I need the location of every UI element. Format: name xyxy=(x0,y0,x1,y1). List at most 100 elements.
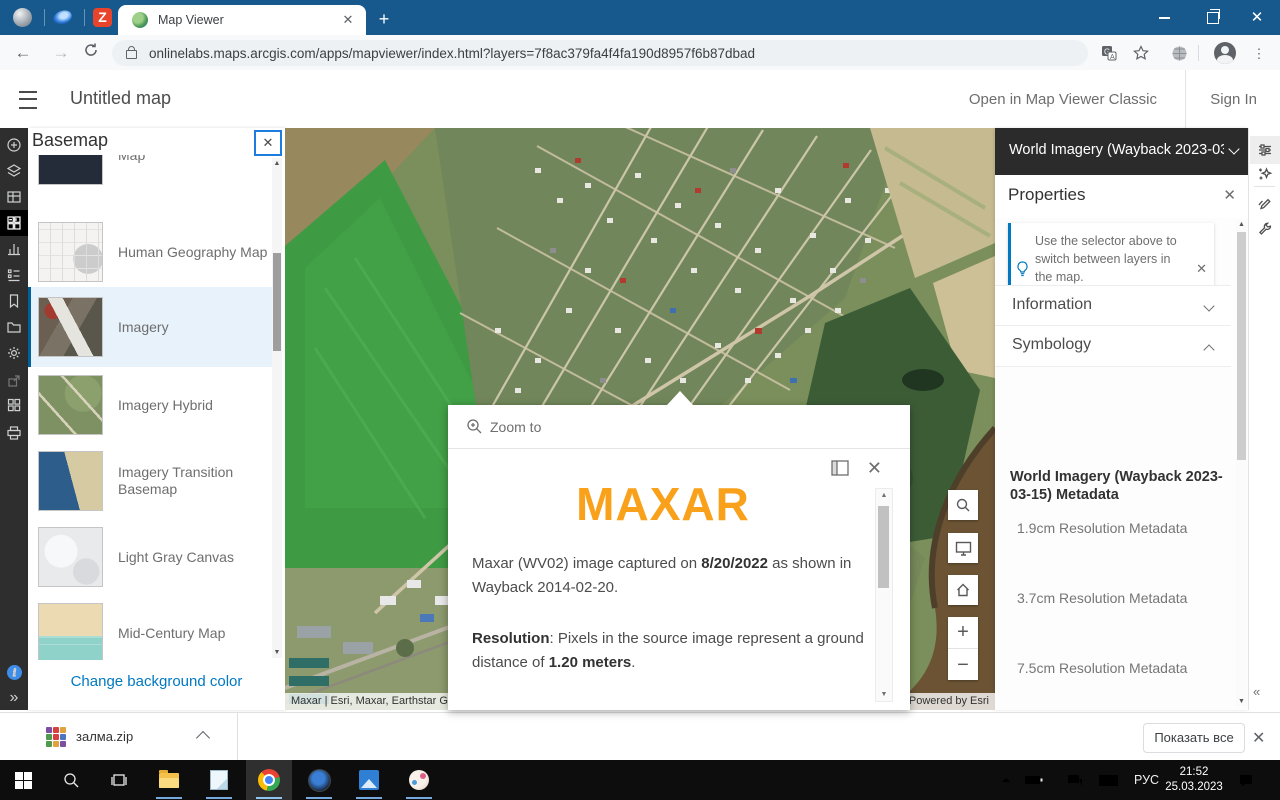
legend-icon[interactable] xyxy=(0,262,28,288)
metadata-item[interactable]: 7.5cm Resolution Metadata xyxy=(1017,660,1187,676)
popup-scrollbar[interactable]: ▲ ▼ xyxy=(875,488,893,702)
back-button[interactable]: ← xyxy=(10,40,36,66)
lock-icon[interactable] xyxy=(126,50,137,59)
hamburger-menu-icon[interactable] xyxy=(19,91,37,109)
effects-sparkles-icon[interactable] xyxy=(1250,160,1280,188)
action-center-icon[interactable] xyxy=(1238,760,1254,800)
translate-icon[interactable]: GA xyxy=(1096,40,1122,66)
expand-rail-chevrons[interactable]: » xyxy=(0,685,28,711)
basemap-item-imagery[interactable]: Imagery xyxy=(28,287,272,367)
layers-icon[interactable] xyxy=(0,158,28,184)
tray-chevron-up-icon[interactable] xyxy=(1000,760,1012,800)
scroll-up-arrow[interactable]: ▲ xyxy=(876,492,892,499)
browser-menu-kebab-icon[interactable]: ⋮ xyxy=(1246,40,1272,66)
basemap-item-human-geography[interactable]: Human Geography Map xyxy=(28,212,272,292)
download-menu-chevron-icon[interactable] xyxy=(196,731,210,745)
scroll-down-arrow[interactable]: ▼ xyxy=(272,649,282,656)
scroll-down-arrow[interactable]: ▼ xyxy=(1236,698,1247,705)
open-in-classic-link[interactable]: Open in Map Viewer Classic xyxy=(969,91,1157,108)
battery-icon[interactable] xyxy=(1024,760,1044,800)
task-view-icon[interactable] xyxy=(96,760,142,800)
add-layer-icon[interactable] xyxy=(0,132,28,158)
taskbar-search-icon[interactable] xyxy=(48,760,94,800)
configure-wrench-icon[interactable] xyxy=(1250,216,1280,244)
save-folder-icon[interactable] xyxy=(0,314,28,340)
paint-app-icon[interactable] xyxy=(396,760,442,800)
info-icon[interactable]: i xyxy=(0,659,28,685)
section-information[interactable]: Information xyxy=(995,285,1231,326)
show-all-downloads-button[interactable]: Показать все xyxy=(1143,723,1245,753)
profile-avatar[interactable] xyxy=(1212,40,1238,66)
scrollbar-thumb[interactable] xyxy=(878,506,889,588)
window-close-button[interactable]: ✕ xyxy=(1234,0,1280,35)
bookmarks-icon[interactable] xyxy=(0,288,28,314)
shelf-close-icon[interactable]: ✕ xyxy=(1252,728,1265,748)
map-presentation-button[interactable] xyxy=(948,533,978,563)
address-bar[interactable]: onlinelabs.maps.arcgis.com/apps/mapviewe… xyxy=(112,40,1088,66)
browser-tab-map-viewer[interactable]: Map Viewer ✕ xyxy=(118,5,366,35)
basemap-item-imagery-hybrid[interactable]: Imagery Hybrid xyxy=(28,365,272,445)
share-icon[interactable] xyxy=(0,368,28,394)
chrome-icon[interactable] xyxy=(246,760,292,800)
notepad-icon[interactable] xyxy=(196,760,242,800)
extension-globe-icon[interactable] xyxy=(1166,40,1192,66)
print-icon[interactable] xyxy=(0,420,28,446)
basemap-icon[interactable] xyxy=(0,210,28,236)
map-home-button[interactable] xyxy=(948,575,978,605)
downloaded-filename[interactable]: залма.zip xyxy=(76,729,133,744)
panel-scrollbar[interactable]: ▲ ▼ xyxy=(1236,220,1247,706)
tables-icon[interactable] xyxy=(0,184,28,210)
pinned-tab-app1-icon[interactable] xyxy=(13,8,32,27)
properties-close-icon[interactable]: ✕ xyxy=(1223,186,1236,204)
collapse-panel-chevrons[interactable]: « xyxy=(1253,684,1258,699)
taskbar-clock[interactable]: 21:52 25.03.2023 xyxy=(1163,765,1225,795)
section-symbology[interactable]: Symbology xyxy=(995,325,1231,367)
metadata-title: World Imagery (Wayback 2023-03-15) Metad… xyxy=(1010,468,1235,504)
bookmark-star-icon[interactable] xyxy=(1128,40,1154,66)
maxar-logo: MAXAR xyxy=(448,477,878,531)
basemap-item-mid-century[interactable]: Mid-Century Map xyxy=(28,593,272,661)
scroll-up-arrow[interactable]: ▲ xyxy=(272,160,282,167)
basemap-item-light-gray-canvas[interactable]: Light Gray Canvas xyxy=(28,517,272,597)
layer-selector-dropdown[interactable]: World Imagery (Wayback 2023-03-15 xyxy=(995,128,1248,175)
change-background-color-link[interactable]: Change background color xyxy=(71,673,243,690)
globe-app-icon[interactable] xyxy=(296,760,342,800)
pinned-tab-app2-icon[interactable] xyxy=(51,8,73,27)
basemap-panel-close-button[interactable]: ✕ xyxy=(254,130,282,156)
sign-in-button[interactable]: Sign In xyxy=(1210,91,1257,108)
map-properties-gear-icon[interactable] xyxy=(0,340,28,366)
new-tab-button[interactable]: + xyxy=(372,7,396,31)
scrollbar-thumb[interactable] xyxy=(1237,232,1246,460)
pinned-tab-zotero-icon[interactable]: Z xyxy=(93,8,112,27)
scroll-down-arrow[interactable]: ▼ xyxy=(876,691,892,698)
start-button[interactable] xyxy=(0,760,46,800)
window-minimize-button[interactable] xyxy=(1141,0,1187,35)
zoom-in-button[interactable]: + xyxy=(948,617,978,648)
tab-close-icon[interactable]: ✕ xyxy=(340,12,356,28)
file-explorer-icon[interactable] xyxy=(146,760,192,800)
zoom-to-link[interactable]: Zoom to xyxy=(490,419,541,435)
reload-button[interactable] xyxy=(78,40,104,66)
network-icon[interactable] xyxy=(1066,760,1084,800)
touch-keyboard-icon[interactable] xyxy=(1098,760,1119,800)
scroll-up-arrow[interactable]: ▲ xyxy=(1236,221,1247,228)
svg-text:A: A xyxy=(1110,54,1115,61)
metadata-item[interactable]: 1.9cm Resolution Metadata xyxy=(1017,520,1187,536)
basemap-item-imagery-transition[interactable]: Imagery Transition Basemap xyxy=(28,441,272,521)
photos-app-icon[interactable] xyxy=(346,760,392,800)
basemap-item-map[interactable]: Map xyxy=(28,155,272,190)
language-indicator[interactable]: РУС xyxy=(1134,760,1159,800)
window-maximize-button[interactable] xyxy=(1190,0,1236,35)
forward-button[interactable]: → xyxy=(48,40,74,66)
map-search-button[interactable] xyxy=(948,490,978,520)
popup-pointer xyxy=(667,391,693,405)
metadata-item[interactable]: 3.7cm Resolution Metadata xyxy=(1017,590,1187,606)
scrollbar-thumb[interactable] xyxy=(273,253,281,351)
styles-pencil-icon[interactable] xyxy=(1250,190,1280,218)
popup-close-icon[interactable]: ✕ xyxy=(867,458,882,479)
zoom-out-button[interactable]: − xyxy=(948,649,978,680)
tip-dismiss-icon[interactable]: ✕ xyxy=(1196,261,1207,277)
create-app-grid-icon[interactable] xyxy=(0,392,28,418)
charts-icon[interactable] xyxy=(0,236,28,262)
basemap-scrollbar[interactable]: ▲ ▼ xyxy=(272,158,282,658)
